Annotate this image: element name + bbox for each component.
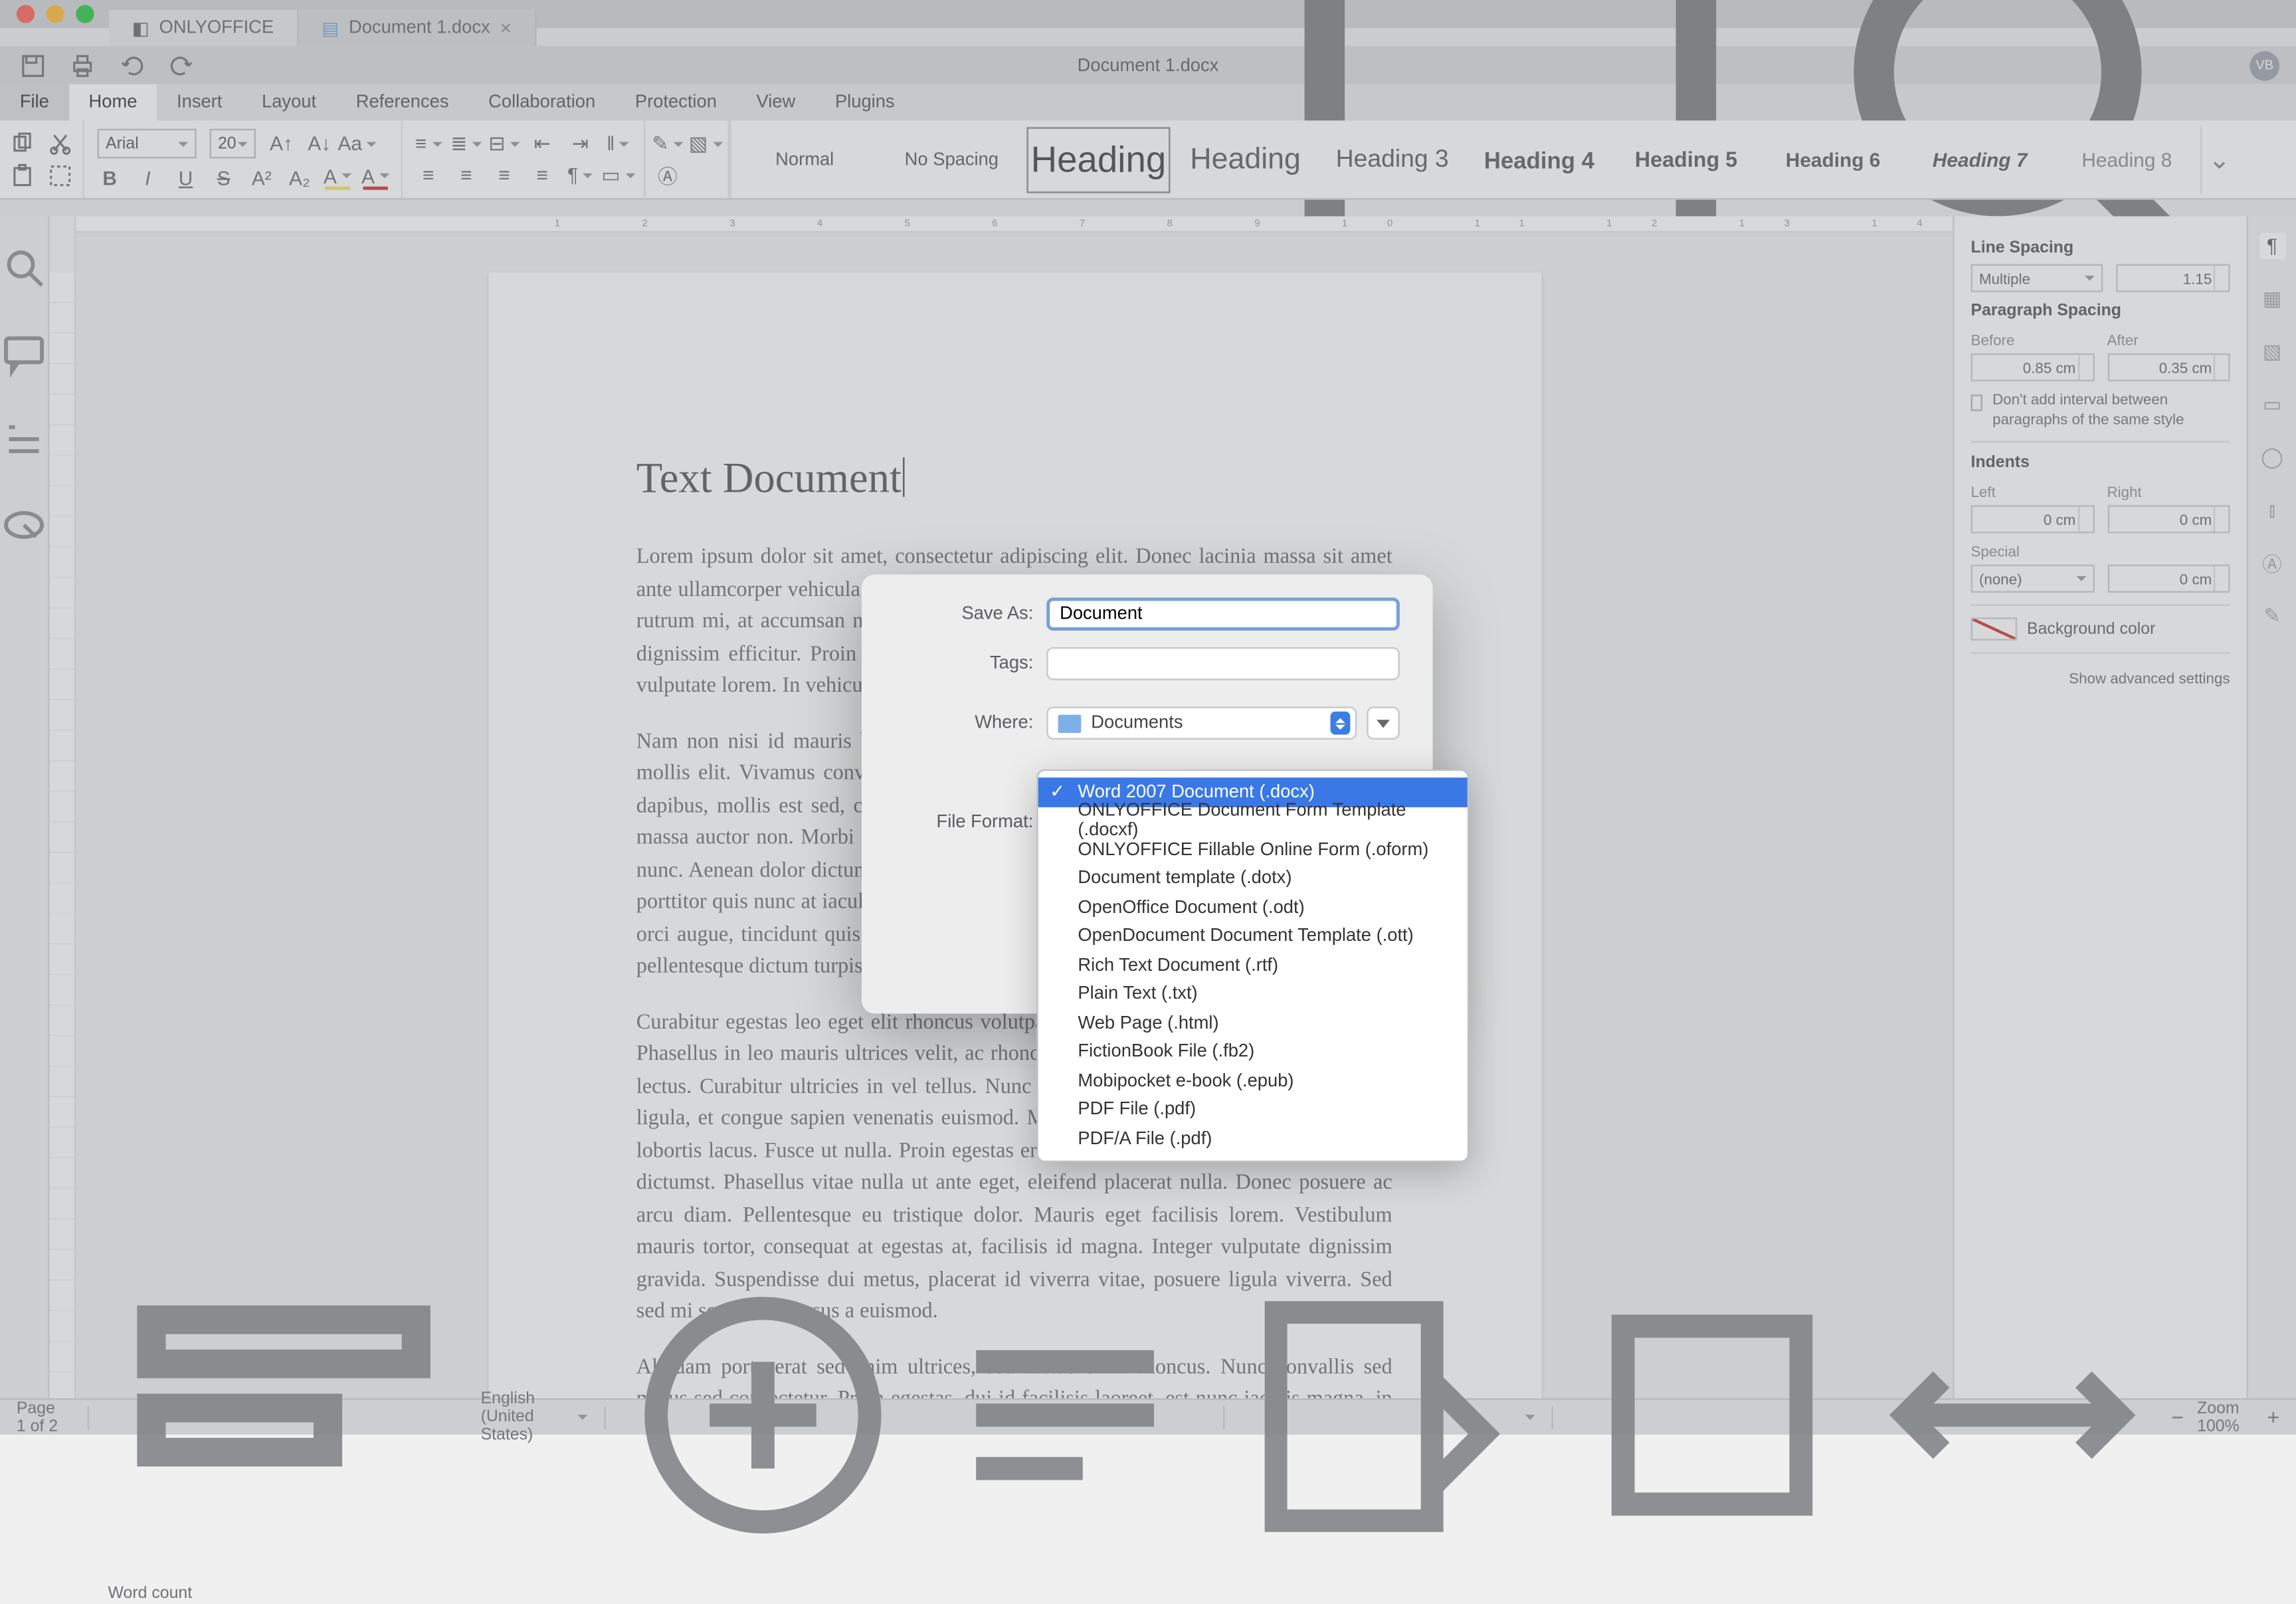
format-option[interactable]: ONLYOFFICE Document Form Template (.docx… — [1038, 807, 1468, 835]
format-option[interactable]: OpenDocument Document Template (.ott) — [1038, 922, 1468, 951]
format-option[interactable]: ONLYOFFICE Fillable Online Form (.oform) — [1038, 835, 1468, 864]
tags-input[interactable] — [1046, 647, 1400, 680]
format-option[interactable]: FictionBook File (.fb2) — [1038, 1038, 1468, 1066]
expand-browse-button[interactable] — [1367, 706, 1400, 740]
format-option[interactable]: Mobipocket e-book (.epub) — [1038, 1066, 1468, 1095]
file-format-dropdown: Word 2007 Document (.docx)ONLYOFFICE Doc… — [1036, 769, 1469, 1161]
where-select[interactable]: Documents — [1046, 706, 1357, 740]
format-option[interactable]: OpenOffice Document (.odt) — [1038, 893, 1468, 922]
where-label: Where: — [895, 713, 1034, 733]
updown-icon — [1331, 712, 1351, 735]
format-option[interactable]: Document template (.dotx) — [1038, 864, 1468, 893]
tags-label: Tags: — [895, 654, 1034, 674]
format-option[interactable]: Plain Text (.txt) — [1038, 980, 1468, 1009]
format-option[interactable]: Rich Text Document (.rtf) — [1038, 951, 1468, 979]
format-option[interactable]: PDF File (.pdf) — [1038, 1095, 1468, 1124]
folder-icon — [1058, 714, 1082, 732]
format-option[interactable]: PDF/A File (.pdf) — [1038, 1124, 1468, 1153]
save-as-input[interactable] — [1046, 597, 1400, 631]
save-as-label: Save As: — [895, 604, 1034, 624]
file-format-label: File Format: — [895, 812, 1034, 832]
format-option[interactable]: Web Page (.html) — [1038, 1009, 1468, 1037]
